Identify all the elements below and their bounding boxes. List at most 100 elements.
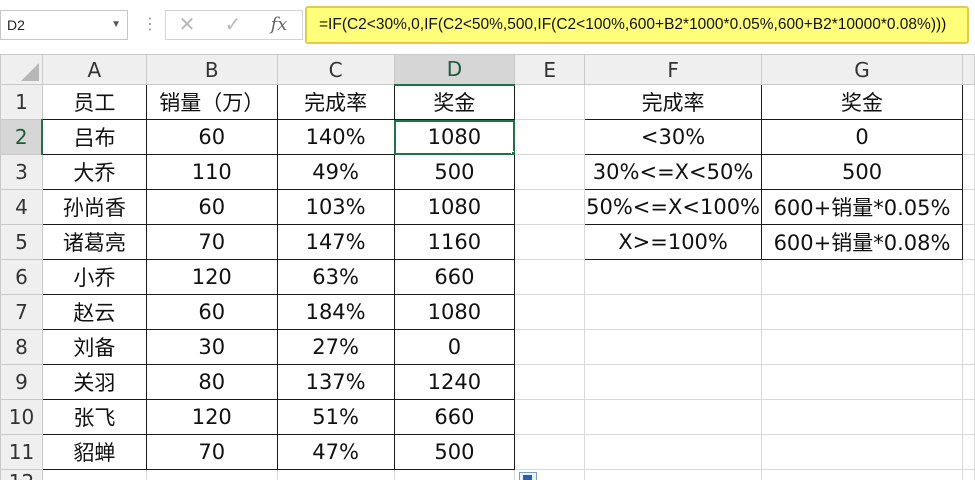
cell-a3[interactable]: 大乔 bbox=[41, 154, 147, 190]
cell-b2[interactable]: 60 bbox=[145, 119, 278, 155]
cell-f10[interactable] bbox=[584, 399, 763, 435]
cell-g5[interactable]: 600+销量*0.08% bbox=[761, 224, 963, 260]
cell-g1[interactable]: 奖金 bbox=[761, 84, 963, 120]
cell-e11[interactable] bbox=[514, 434, 586, 470]
cell-c7[interactable]: 184% bbox=[276, 294, 395, 330]
cell-d1[interactable]: 奖金 bbox=[393, 84, 516, 120]
fill-handle[interactable] bbox=[511, 151, 514, 154]
cell-f6[interactable] bbox=[584, 259, 763, 295]
cell-e6[interactable] bbox=[514, 259, 586, 295]
cell-f1[interactable]: 完成率 bbox=[584, 84, 763, 120]
row-header-11[interactable]: 11 bbox=[0, 434, 43, 470]
cell-a10[interactable]: 张飞 bbox=[41, 399, 147, 435]
cell-a4[interactable]: 孙尚香 bbox=[41, 189, 147, 225]
cell-partial[interactable] bbox=[961, 189, 975, 225]
name-box[interactable]: D2 ▼ bbox=[0, 10, 128, 40]
cell-b5[interactable]: 70 bbox=[145, 224, 278, 260]
cell-e9[interactable] bbox=[514, 364, 586, 400]
cell-g4[interactable]: 600+销量*0.05% bbox=[761, 189, 963, 225]
column-header-a[interactable]: A bbox=[41, 54, 147, 85]
cell-c3[interactable]: 49% bbox=[276, 154, 395, 190]
column-header-g[interactable]: G bbox=[761, 54, 963, 85]
cell-partial[interactable] bbox=[961, 469, 975, 480]
row-header-12[interactable]: 12 bbox=[0, 469, 43, 480]
cell-c6[interactable]: 63% bbox=[276, 259, 395, 295]
cell-b10[interactable]: 120 bbox=[145, 399, 278, 435]
insert-function-icon[interactable]: fx bbox=[264, 11, 294, 39]
cell-e7[interactable] bbox=[514, 294, 586, 330]
cell-partial[interactable] bbox=[961, 294, 975, 330]
cell-e10[interactable] bbox=[514, 399, 586, 435]
cell-g7[interactable] bbox=[761, 294, 963, 330]
cell-partial[interactable] bbox=[961, 364, 975, 400]
cell-a6[interactable]: 小乔 bbox=[41, 259, 147, 295]
check-icon[interactable]: ✓ bbox=[218, 11, 248, 39]
cell-a1[interactable]: 员工 bbox=[41, 84, 147, 120]
cell-f11[interactable] bbox=[584, 434, 763, 470]
cell-c8[interactable]: 27% bbox=[276, 329, 395, 365]
cell-g2[interactable]: 0 bbox=[761, 119, 963, 155]
cell-a8[interactable]: 刘备 bbox=[41, 329, 147, 365]
column-header-d[interactable]: D bbox=[393, 54, 516, 86]
cell-d6[interactable]: 660 bbox=[393, 259, 516, 295]
cell-b7[interactable]: 60 bbox=[145, 294, 278, 330]
cell-f3[interactable]: 30%<=X<50% bbox=[584, 154, 763, 190]
cell-partial[interactable] bbox=[961, 84, 975, 120]
column-header-b[interactable]: B bbox=[145, 54, 278, 85]
cell-a11[interactable]: 貂蝉 bbox=[41, 434, 147, 470]
cell-g3[interactable]: 500 bbox=[761, 154, 963, 190]
cell-d8[interactable]: 0 bbox=[393, 329, 516, 365]
cell-g12[interactable] bbox=[761, 469, 963, 480]
cell-e8[interactable] bbox=[514, 329, 586, 365]
row-header-3[interactable]: 3 bbox=[0, 154, 43, 190]
cell-a9[interactable]: 关羽 bbox=[41, 364, 147, 400]
cell-partial[interactable] bbox=[961, 154, 975, 190]
cancel-icon[interactable]: ✕ bbox=[172, 11, 202, 39]
cell-f8[interactable] bbox=[584, 329, 763, 365]
column-header-e[interactable]: E bbox=[514, 54, 586, 85]
cell-e4[interactable] bbox=[514, 189, 586, 225]
cell-d9[interactable]: 1240 bbox=[393, 364, 516, 400]
cell-g8[interactable] bbox=[761, 329, 963, 365]
cell-f2[interactable]: <30% bbox=[584, 119, 763, 155]
row-header-9[interactable]: 9 bbox=[0, 364, 43, 400]
cell-a5[interactable]: 诸葛亮 bbox=[41, 224, 147, 260]
cell-a2[interactable]: 吕布 bbox=[41, 119, 147, 155]
cell-e2[interactable] bbox=[514, 119, 586, 155]
cell-f5[interactable]: X>=100% bbox=[584, 224, 763, 260]
cell-d11[interactable]: 500 bbox=[393, 434, 516, 470]
cell-b1[interactable]: 销量（万） bbox=[145, 84, 278, 120]
cell-c4[interactable]: 103% bbox=[276, 189, 395, 225]
cell-partial[interactable] bbox=[961, 434, 975, 470]
row-header-4[interactable]: 4 bbox=[0, 189, 43, 225]
chevron-down-icon[interactable]: ▼ bbox=[111, 11, 121, 39]
row-header-2[interactable]: 2 bbox=[0, 119, 44, 155]
cell-g11[interactable] bbox=[761, 434, 963, 470]
cell-partial[interactable] bbox=[961, 259, 975, 295]
row-header-8[interactable]: 8 bbox=[0, 329, 43, 365]
quick-analysis-icon[interactable] bbox=[519, 472, 537, 480]
cell-b11[interactable]: 70 bbox=[145, 434, 278, 470]
column-header-partial[interactable] bbox=[961, 54, 975, 85]
cell-b8[interactable]: 30 bbox=[145, 329, 278, 365]
cell-e1[interactable] bbox=[514, 84, 586, 120]
cell-c2[interactable]: 140% bbox=[276, 119, 395, 155]
cell-f12[interactable] bbox=[584, 469, 763, 480]
row-header-1[interactable]: 1 bbox=[0, 84, 43, 120]
cell-g6[interactable] bbox=[761, 259, 963, 295]
cell-g9[interactable] bbox=[761, 364, 963, 400]
cell-d4[interactable]: 1080 bbox=[393, 189, 516, 225]
cell-c9[interactable]: 137% bbox=[276, 364, 395, 400]
cell-c12[interactable] bbox=[276, 469, 395, 480]
cell-f4[interactable]: 50%<=X<100% bbox=[584, 189, 763, 225]
cell-d7[interactable]: 1080 bbox=[393, 294, 516, 330]
cell-e5[interactable] bbox=[514, 224, 586, 260]
cell-partial[interactable] bbox=[961, 224, 975, 260]
cell-partial[interactable] bbox=[961, 329, 975, 365]
cell-a7[interactable]: 赵云 bbox=[41, 294, 147, 330]
row-header-7[interactable]: 7 bbox=[0, 294, 43, 330]
column-header-c[interactable]: C bbox=[276, 54, 395, 85]
cell-b9[interactable]: 80 bbox=[145, 364, 278, 400]
row-header-10[interactable]: 10 bbox=[0, 399, 43, 435]
cell-b3[interactable]: 110 bbox=[145, 154, 278, 190]
